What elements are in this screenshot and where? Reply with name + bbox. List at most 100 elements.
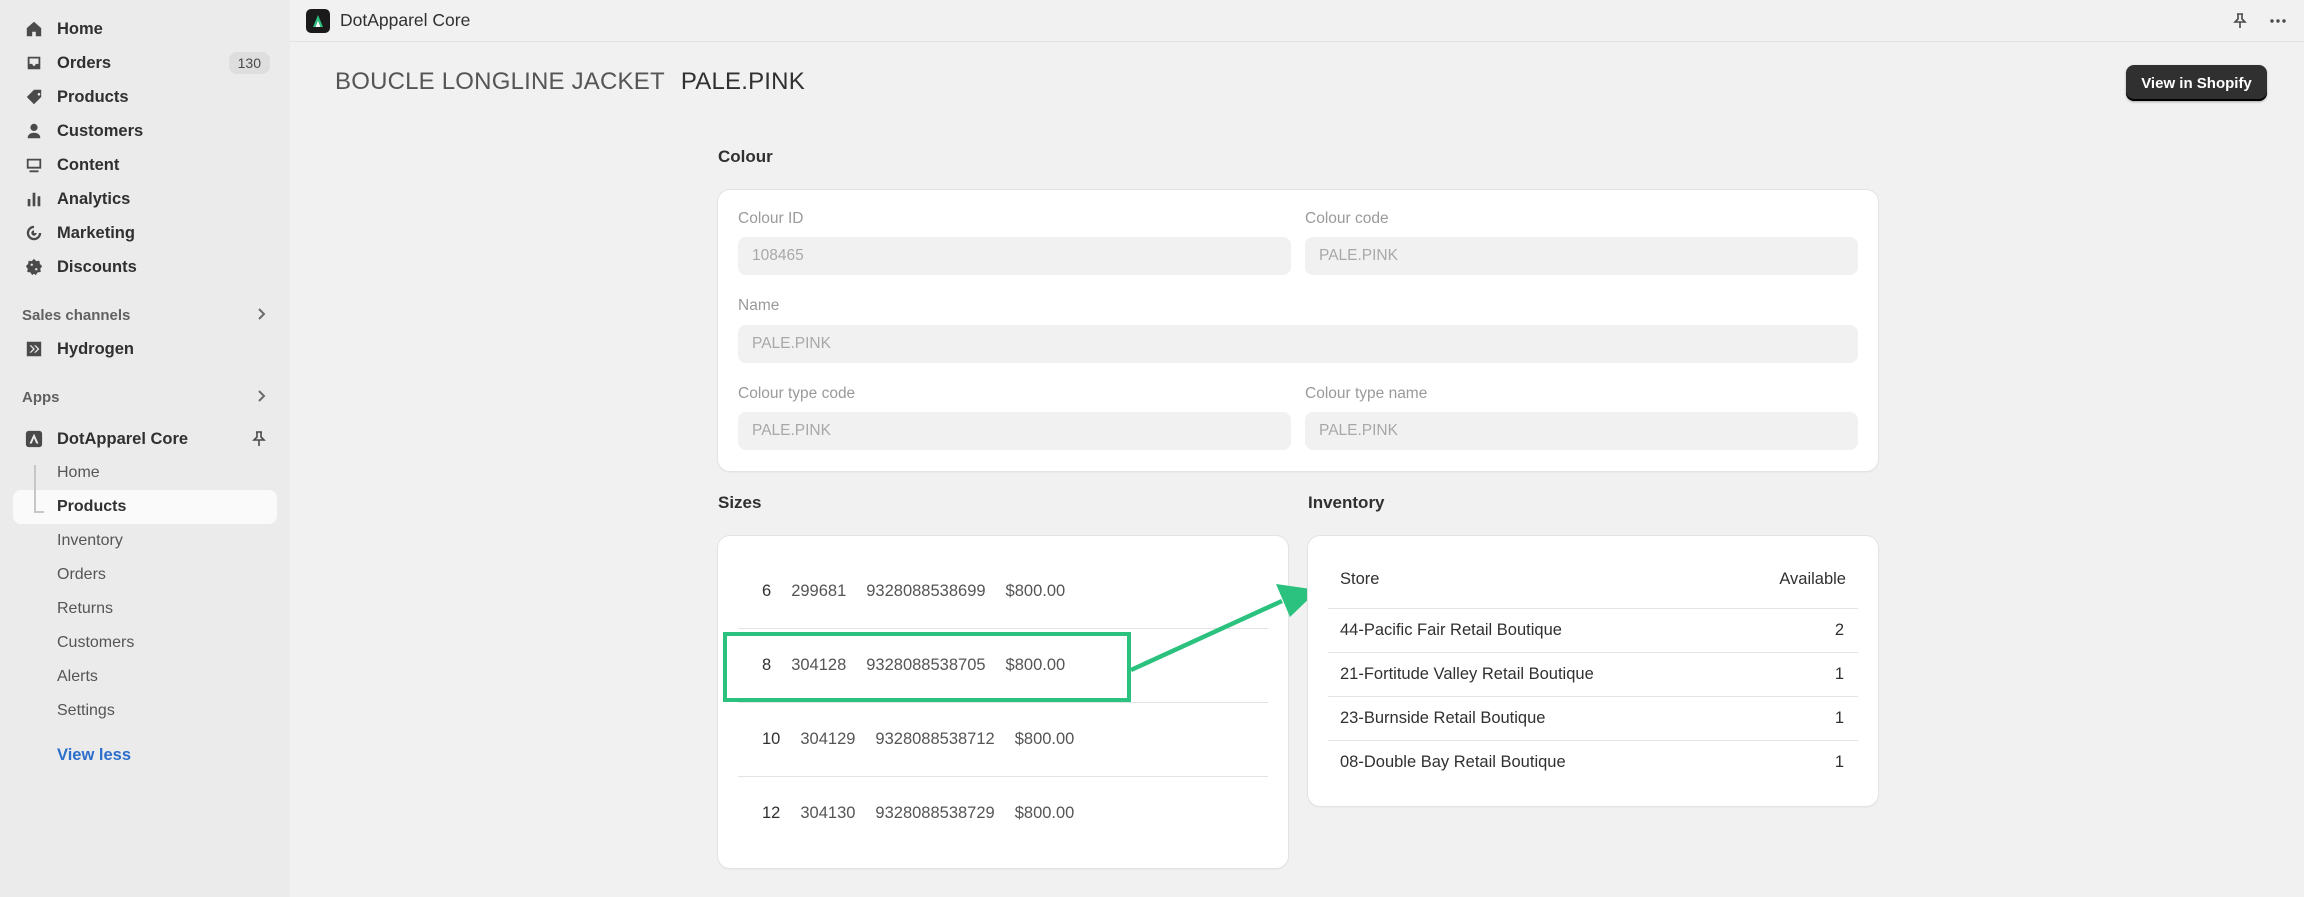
content-icon <box>24 155 44 175</box>
nav-customers[interactable]: Customers <box>0 114 290 148</box>
nav-customers-label: Customers <box>57 121 144 140</box>
app-item-settings[interactable]: Settings <box>0 694 290 728</box>
view-in-shopify-button[interactable]: View in Shopify <box>2126 65 2267 101</box>
colour-type-code-field[interactable]: PALE.PINK <box>738 412 1291 450</box>
colour-code-label: Colour code <box>1305 210 1389 227</box>
size-id: 299681 <box>791 581 847 600</box>
sidebar: Home Orders 130 Products Customers Conte… <box>0 0 290 897</box>
app-topbar: DotApparel Core <box>290 0 2304 42</box>
person-icon <box>24 121 44 141</box>
target-icon <box>24 223 44 243</box>
discount-icon <box>24 257 44 277</box>
app-item-returns[interactable]: Returns <box>0 592 290 626</box>
size-id: 304129 <box>800 729 856 748</box>
app-item-products[interactable]: Products <box>13 490 277 524</box>
nav-marketing-label: Marketing <box>57 223 135 242</box>
pin-icon[interactable] <box>2230 11 2250 31</box>
colour-section-title: Colour <box>718 147 773 166</box>
nav-analytics[interactable]: Analytics <box>0 182 290 216</box>
nav-app-dotapparel[interactable]: DotApparel Core <box>0 422 290 456</box>
colour-type-name-field[interactable]: PALE.PINK <box>1305 412 1858 450</box>
nav-products[interactable]: Products <box>0 80 290 114</box>
app-item-inventory[interactable]: Inventory <box>0 524 290 558</box>
apps-header[interactable]: Apps <box>0 380 290 414</box>
orders-icon <box>24 53 44 73</box>
view-less-link[interactable]: View less <box>0 738 290 772</box>
store-name: 08-Double Bay Retail Boutique <box>1340 753 1566 771</box>
inventory-row[interactable]: 44-Pacific Fair Retail Boutique 2 <box>1328 608 1858 652</box>
topbar-app-name: DotApparel Core <box>340 10 471 30</box>
sizes-card: 6 299681 9328088538699 $800.00 8 304128 … <box>718 536 1288 868</box>
inventory-row[interactable]: 21-Fortitude Valley Retail Boutique 1 <box>1328 652 1858 696</box>
inventory-header: Store Available <box>1340 570 1846 589</box>
inventory-row[interactable]: 08-Double Bay Retail Boutique 1 <box>1328 740 1858 784</box>
chevron-right-icon <box>254 389 268 403</box>
nav-marketing[interactable]: Marketing <box>0 216 290 250</box>
size-price: $800.00 <box>1014 729 1075 748</box>
bar-chart-icon <box>24 189 44 209</box>
size-price: $800.00 <box>1005 581 1066 600</box>
available-qty: 1 <box>1834 753 1844 771</box>
nav-orders-label: Orders <box>57 53 112 72</box>
size-barcode: 9328088538712 <box>875 729 995 748</box>
page-title: BOUCLE LONGLINE JACKET PALE.PINK <box>335 68 805 96</box>
product-name: BOUCLE LONGLINE JACKET <box>335 68 665 95</box>
inventory-section-title: Inventory <box>1308 493 1385 512</box>
size-value: 10 <box>762 729 781 748</box>
sizes-section-title: Sizes <box>718 493 762 512</box>
highlight-box <box>723 632 1131 702</box>
app-item-orders[interactable]: Orders <box>0 558 290 592</box>
name-label: Name <box>738 297 780 314</box>
nav-discounts-label: Discounts <box>57 257 137 276</box>
tree-hook <box>34 511 44 513</box>
sales-channels-label: Sales channels <box>22 306 131 324</box>
colour-code-field[interactable]: PALE.PINK <box>1305 237 1858 275</box>
app-item-home[interactable]: Home <box>0 456 290 490</box>
nav-content-label: Content <box>57 155 120 174</box>
app-item-customers[interactable]: Customers <box>0 626 290 660</box>
inventory-card: Store Available 44-Pacific Fair Retail B… <box>1308 536 1878 806</box>
nav-hydrogen[interactable]: Hydrogen <box>0 332 290 366</box>
size-value: 12 <box>762 803 781 822</box>
name-field[interactable]: PALE.PINK <box>738 325 1858 363</box>
nav-discounts[interactable]: Discounts <box>0 250 290 284</box>
colour-type-code-label: Colour type code <box>738 385 856 402</box>
size-barcode: 9328088538699 <box>866 581 986 600</box>
tag-icon <box>24 87 44 107</box>
store-name: 44-Pacific Fair Retail Boutique <box>1340 621 1562 639</box>
orders-count-badge: 130 <box>228 52 270 74</box>
chevron-right-icon <box>254 307 268 321</box>
sales-channels-header[interactable]: Sales channels <box>0 298 290 332</box>
available-qty: 1 <box>1834 709 1844 727</box>
app-item-alerts[interactable]: Alerts <box>0 660 290 694</box>
size-price: $800.00 <box>1014 803 1075 822</box>
app-logo-icon <box>306 8 330 33</box>
nav-content[interactable]: Content <box>0 148 290 182</box>
size-row[interactable]: 12 304130 9328088538729 $800.00 <box>718 776 1268 850</box>
nav-hydrogen-label: Hydrogen <box>57 339 135 358</box>
apps-label: Apps <box>22 388 60 406</box>
colour-id-label: Colour ID <box>738 210 804 227</box>
store-name: 23-Burnside Retail Boutique <box>1340 709 1546 727</box>
variant-name: PALE.PINK <box>680 68 805 95</box>
size-row[interactable]: 10 304129 9328088538712 $800.00 <box>718 702 1268 776</box>
dotapparel-logo-icon <box>24 429 44 449</box>
size-row[interactable]: 6 299681 9328088538699 $800.00 <box>718 554 1268 628</box>
pin-icon[interactable] <box>250 430 268 448</box>
nav-products-label: Products <box>57 87 129 106</box>
more-options-icon[interactable] <box>2268 11 2288 31</box>
nav-app-label: DotApparel Core <box>57 429 189 448</box>
colour-id-field[interactable]: 108465 <box>738 237 1291 275</box>
store-name: 21-Fortitude Valley Retail Boutique <box>1340 665 1594 683</box>
size-id: 304130 <box>800 803 856 822</box>
home-icon <box>24 19 44 39</box>
nav-orders[interactable]: Orders 130 <box>0 46 290 80</box>
nav-home-label: Home <box>57 19 103 38</box>
nav-home[interactable]: Home <box>0 12 290 46</box>
tree-line <box>34 465 36 513</box>
available-column-header: Available <box>1779 570 1846 588</box>
colour-card: Colour ID 108465 Colour code PALE.PINK N… <box>718 190 1878 471</box>
inventory-row[interactable]: 23-Burnside Retail Boutique 1 <box>1328 696 1858 740</box>
size-barcode: 9328088538729 <box>875 803 995 822</box>
nav-analytics-label: Analytics <box>57 189 131 208</box>
